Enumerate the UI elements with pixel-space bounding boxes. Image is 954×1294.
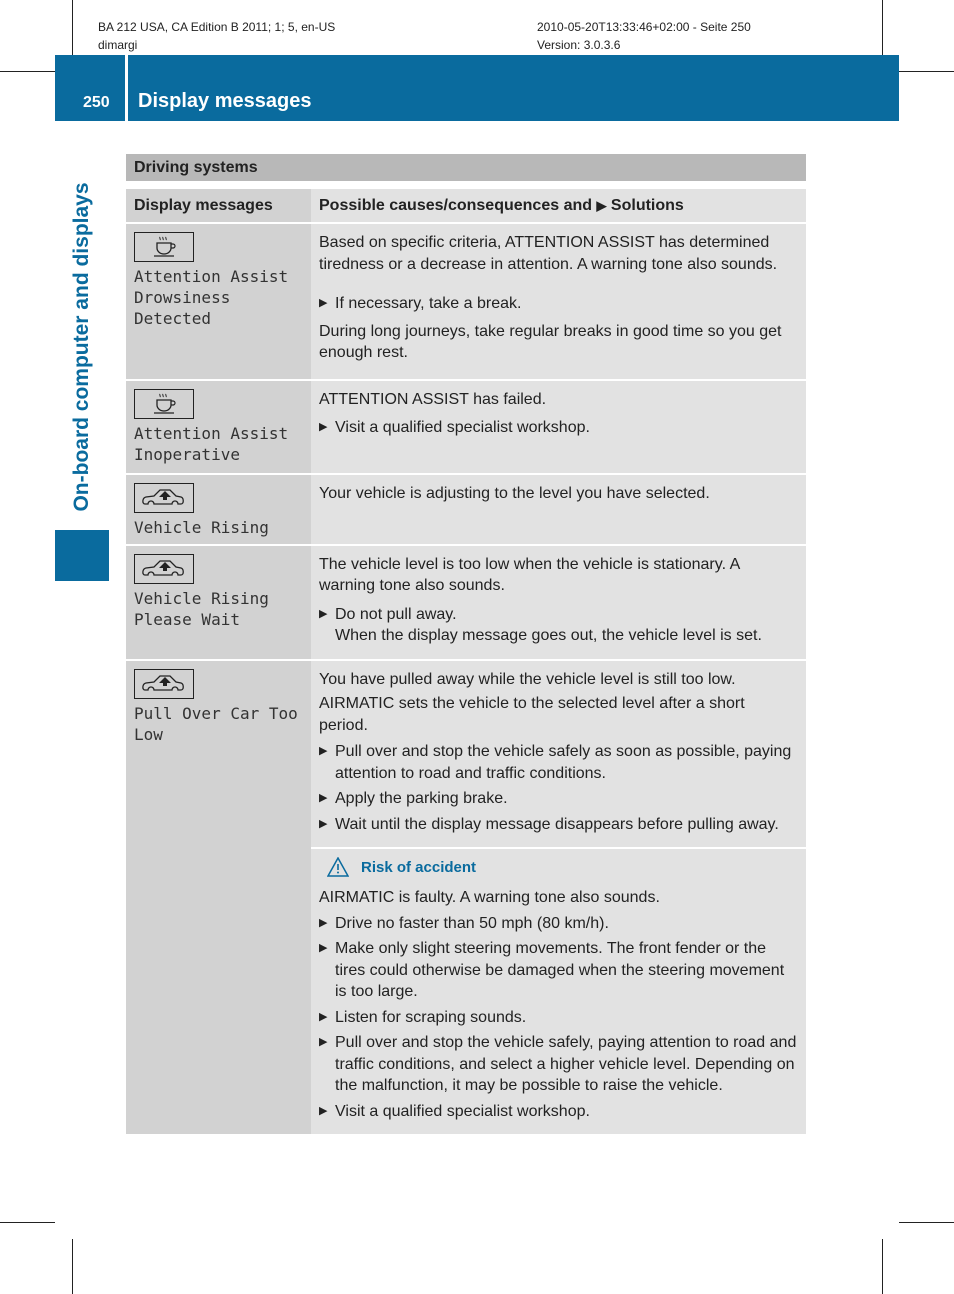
solution-text-main: Do not pull away. bbox=[335, 605, 457, 623]
bullet-arrow-icon: ▶ bbox=[319, 745, 328, 757]
warning-text: AIRMATIC is faulty. A warning tone also … bbox=[319, 889, 660, 906]
warning-triangle-icon bbox=[327, 857, 349, 877]
solution-step: ▶ Wait until the display message disappea… bbox=[319, 814, 798, 836]
display-message-text: Attention Assist Inoperative bbox=[134, 423, 289, 464]
bullet-arrow-icon: ▶ bbox=[319, 817, 328, 830]
solution-text: Pull over and stop the vehicle safely as… bbox=[335, 743, 792, 782]
crop-mark bbox=[882, 0, 883, 55]
warning-step: ▶ Pull over and stop the vehicle safely, … bbox=[319, 1032, 798, 1097]
vehicle-rising-icon bbox=[134, 668, 194, 699]
side-tab-marker bbox=[55, 530, 109, 581]
vehicle-rising-icon bbox=[134, 482, 194, 513]
print-meta-right-line1: 2010-05-20T13:33:46+02:00 - Seite 250 bbox=[537, 20, 751, 34]
table-row: Attention Assist Drowsiness Detected Bas… bbox=[126, 223, 806, 381]
message-cell: Attention Assist Drowsiness Detected bbox=[126, 223, 311, 381]
table-row: Vehicle Rising Please Wait The vehicle l… bbox=[126, 544, 806, 661]
crop-mark bbox=[0, 1222, 55, 1223]
bullet-arrow-icon: ▶ bbox=[319, 942, 328, 954]
bullet-arrow-icon: ▶ bbox=[319, 916, 328, 929]
bullet-arrow-icon: ▶ bbox=[319, 297, 328, 309]
bullet-arrow-icon: ▶ bbox=[319, 1104, 328, 1117]
chapter-side-label: On-board computer and displays bbox=[70, 182, 93, 512]
solution-arrow-icon: ▶ bbox=[596, 198, 607, 213]
table-header-row: Display messages Possible causes/consequ… bbox=[126, 189, 806, 224]
message-cell: Pull Over Car Too Low bbox=[126, 659, 311, 1134]
print-meta-left-line1: BA 212 USA, CA Edition B 2011; 1; 5, en-… bbox=[98, 20, 336, 34]
solution-step: ▶ Apply the parking brake. bbox=[319, 788, 798, 810]
display-message-text: Pull Over Car Too Low bbox=[134, 703, 298, 744]
col-header-display-messages: Display messages bbox=[126, 189, 311, 224]
bullet-arrow-icon: ▶ bbox=[319, 421, 328, 433]
col-header-causes-text: Possible causes/consequences and bbox=[319, 197, 593, 214]
table-row: Vehicle Rising Your vehicle is adjusting… bbox=[126, 473, 806, 546]
print-meta-left-line2: dimargi bbox=[98, 38, 138, 52]
display-messages-table: Display messages Possible causes/consequ… bbox=[126, 189, 806, 1134]
crop-mark bbox=[72, 0, 73, 55]
page-number: 250 bbox=[83, 94, 110, 111]
table-row: Pull Over Car Too Low You have pulled aw… bbox=[126, 659, 806, 1134]
causes-cell: You have pulled away while the vehicle l… bbox=[311, 659, 806, 849]
solution-text: Wait until the display message disappear… bbox=[335, 815, 779, 833]
print-meta-right-line2: Version: 3.0.3.6 bbox=[537, 38, 621, 52]
col-header-solutions-text: Solutions bbox=[610, 197, 684, 214]
warning-step: ▶ Make only slight steering movements. Th… bbox=[319, 938, 798, 1003]
solution-step: ▶ Visit a qualified specialist workshop. bbox=[319, 417, 798, 439]
page-title: Display messages bbox=[138, 90, 312, 112]
warning-step-text: Drive no faster than 50 mph (80 km/h). bbox=[335, 914, 609, 932]
cause-text: The vehicle level is too low when the ve… bbox=[319, 555, 740, 595]
warning-title: Risk of accident bbox=[361, 858, 477, 876]
crop-mark bbox=[882, 1239, 883, 1294]
causes-cell: Your vehicle is adjusting to the level y… bbox=[311, 473, 806, 546]
display-message-text: Attention Assist Drowsiness Detected bbox=[134, 267, 289, 328]
warning-step: ▶ Drive no faster than 50 mph (80 km/h). bbox=[319, 913, 798, 935]
warning-heading: Risk of accident bbox=[327, 857, 798, 877]
solution-text: Apply the parking brake. bbox=[335, 790, 508, 807]
section-title: Driving systems bbox=[126, 154, 806, 181]
bullet-arrow-icon: ▶ bbox=[319, 1036, 328, 1048]
warning-step: ▶ Visit a qualified specialist workshop. bbox=[319, 1101, 798, 1123]
bullet-arrow-icon: ▶ bbox=[319, 1010, 328, 1023]
warning-step-text: Visit a qualified specialist workshop. bbox=[335, 1102, 590, 1120]
message-cell: Vehicle Rising bbox=[126, 473, 311, 546]
solution-text-continued: When the display message goes out, the v… bbox=[335, 627, 762, 644]
cause-text: ATTENTION ASSIST has failed. bbox=[319, 390, 547, 408]
solution-step: ▶ Do not pull away. When the display messa… bbox=[319, 604, 798, 647]
cause-text: Your vehicle is adjusting to the level y… bbox=[319, 484, 710, 502]
solution-text: Visit a qualified specialist workshop. bbox=[335, 419, 590, 436]
col-header-causes-solutions: Possible causes/consequences and ▶ Solut… bbox=[311, 189, 806, 224]
coffee-cup-icon bbox=[134, 388, 194, 419]
cause-text: Based on specific criteria, ATTENTION AS… bbox=[319, 234, 778, 273]
warning-step-text: Listen for scraping sounds. bbox=[335, 1008, 527, 1026]
causes-cell: The vehicle level is too low when the ve… bbox=[311, 544, 806, 661]
display-message-text: Vehicle Rising Please Wait bbox=[134, 588, 269, 629]
causes-cell: Based on specific criteria, ATTENTION AS… bbox=[311, 223, 806, 381]
print-meta-right: 2010-05-20T13:33:46+02:00 - Seite 250 Ve… bbox=[537, 18, 751, 54]
solution-step: ▶ If necessary, take a break. bbox=[319, 293, 798, 315]
message-cell: Vehicle Rising Please Wait bbox=[126, 544, 311, 661]
solution-step: ▶ Pull over and stop the vehicle safely a… bbox=[319, 741, 798, 784]
cause-text: You have pulled away while the vehicle l… bbox=[319, 670, 736, 688]
warning-step-text: Make only slight steering movements. The… bbox=[335, 940, 785, 1000]
note-text: During long journeys, take regular break… bbox=[319, 322, 782, 362]
table-row: Attention Assist Inoperative ATTENTION A… bbox=[126, 379, 806, 475]
crop-mark bbox=[899, 71, 954, 72]
solution-text: Do not pull away. When the display messag… bbox=[335, 604, 762, 647]
solution-text: If necessary, take a break. bbox=[335, 295, 522, 312]
crop-mark bbox=[899, 1222, 954, 1223]
bullet-arrow-icon: ▶ bbox=[319, 607, 328, 620]
display-message-text: Vehicle Rising bbox=[134, 517, 269, 537]
crop-mark bbox=[0, 71, 55, 72]
cause-text: AIRMATIC sets the vehicle to the selecte… bbox=[319, 695, 745, 734]
print-meta-left: BA 212 USA, CA Edition B 2011; 1; 5, en-… bbox=[98, 18, 335, 54]
coffee-cup-icon bbox=[134, 232, 194, 262]
causes-cell: ATTENTION ASSIST has failed. ▶ Visit a qu… bbox=[311, 379, 806, 475]
warning-step-text: Pull over and stop the vehicle safely, p… bbox=[335, 1034, 797, 1094]
crop-mark bbox=[72, 1239, 73, 1294]
warning-box: Risk of accident AIRMATIC is faulty. A w… bbox=[311, 848, 806, 1134]
header-divider bbox=[125, 55, 128, 121]
vehicle-rising-icon bbox=[134, 553, 194, 584]
message-cell: Attention Assist Inoperative bbox=[126, 379, 311, 475]
bullet-arrow-icon: ▶ bbox=[319, 792, 328, 804]
warning-step: ▶ Listen for scraping sounds. bbox=[319, 1007, 798, 1029]
